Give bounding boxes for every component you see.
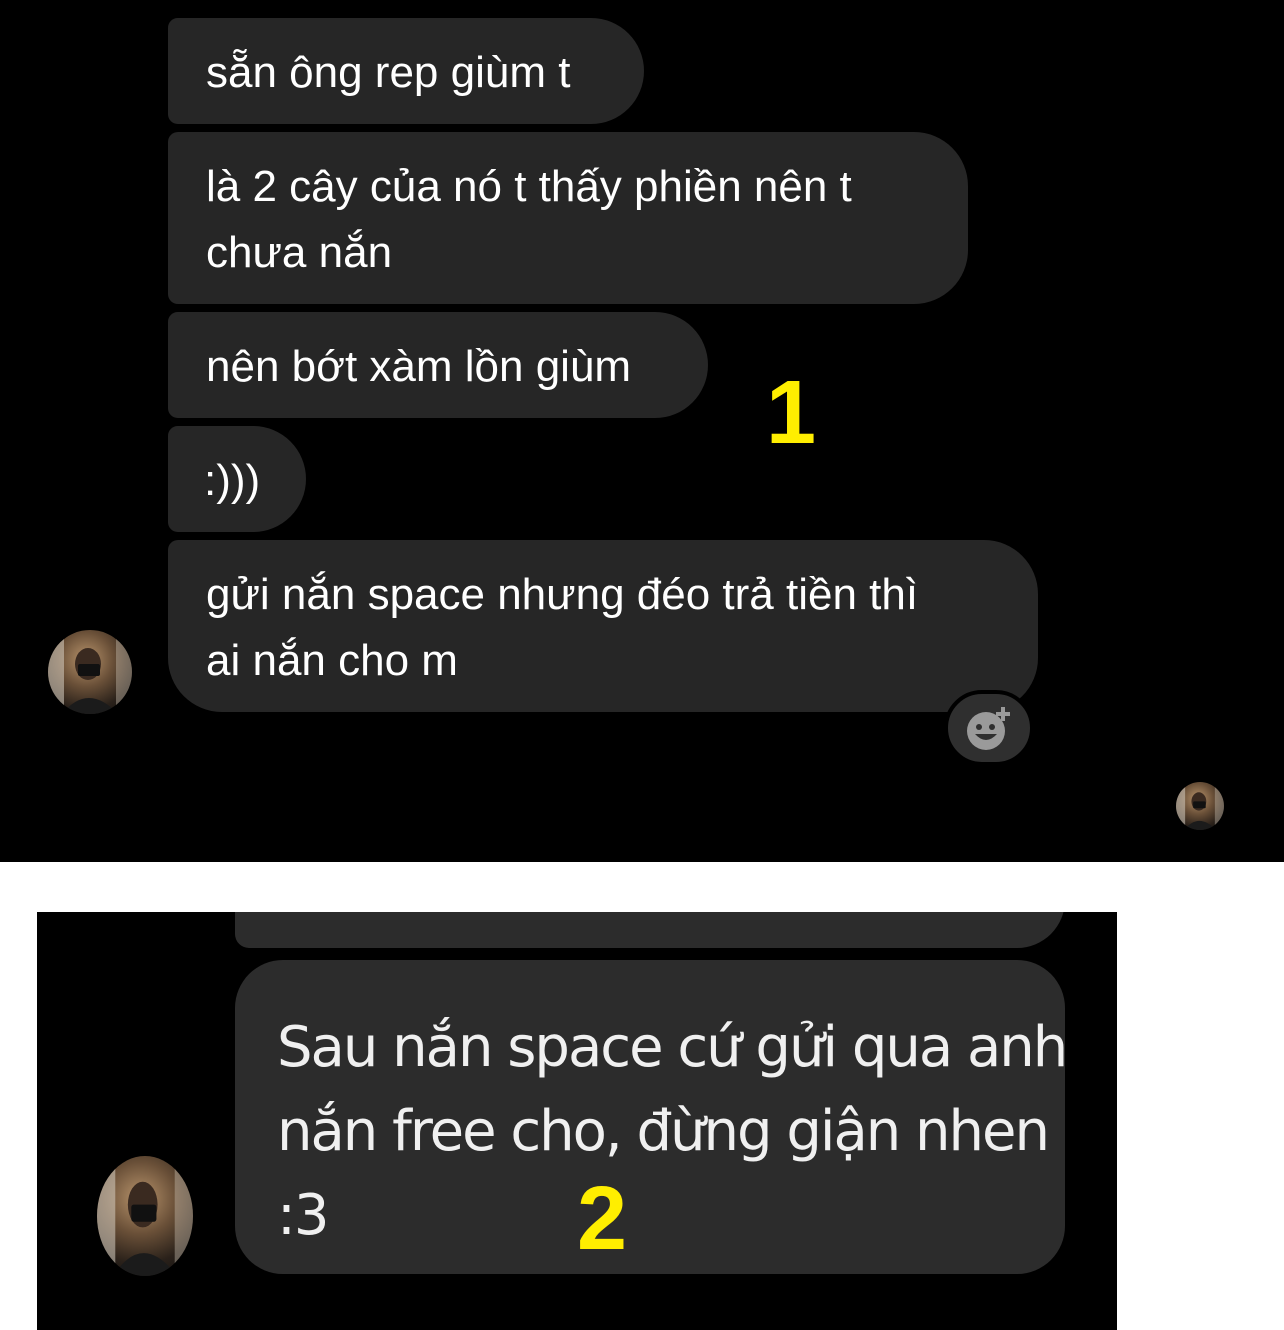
avatar-photo xyxy=(97,1156,193,1276)
add-reaction-button[interactable] xyxy=(944,690,1034,766)
message-text: Sau nắn space cứ gửi qua anh xyxy=(277,1015,1068,1080)
annotation-number: 1 xyxy=(766,363,817,463)
sender-avatar[interactable] xyxy=(97,1156,193,1276)
message-bubble[interactable]: nên bớt xàm lồn giùm xyxy=(168,312,708,418)
previous-message-bubble xyxy=(235,912,1065,948)
message-text: nắn free cho, đừng giận nhen xyxy=(277,1099,1050,1164)
message-text: :3 xyxy=(277,1183,330,1248)
add-reaction-icon xyxy=(967,707,1010,750)
message-bubble[interactable]: Sau nắn space cứ gửi qua anh nắn free ch… xyxy=(235,960,1068,1274)
chat-panel-1: sẵn ông rep giùm t là 2 cây của nó t thấ… xyxy=(0,0,1284,862)
seen-avatar xyxy=(1176,782,1224,830)
message-text: chưa nắn xyxy=(206,228,393,277)
chat-panel-2: Sau nắn space cứ gửi qua anh nắn free ch… xyxy=(37,912,1117,1330)
message-text: sẵn ông rep giùm t xyxy=(206,48,571,97)
message-bubble[interactable]: là 2 cây của nó t thấy phiền nên t chưa … xyxy=(168,132,968,304)
message-bubble[interactable]: :))) xyxy=(168,426,306,532)
message-text: gửi nắn space nhưng đéo trả tiền thì xyxy=(206,570,919,619)
message-text: :))) xyxy=(204,456,261,505)
message-text: là 2 cây của nó t thấy phiền nên t xyxy=(206,162,852,211)
message-text: ai nắn cho m xyxy=(206,636,458,685)
sender-avatar[interactable] xyxy=(48,630,132,714)
message-bubble[interactable]: gửi nắn space nhưng đéo trả tiền thì ai … xyxy=(168,540,1038,712)
avatar-photo xyxy=(48,630,132,714)
annotation-number: 2 xyxy=(577,1169,628,1269)
message-bubble[interactable]: sẵn ông rep giùm t xyxy=(168,18,644,124)
message-text: nên bớt xàm lồn giùm xyxy=(206,342,632,391)
avatar-photo xyxy=(1176,782,1224,830)
